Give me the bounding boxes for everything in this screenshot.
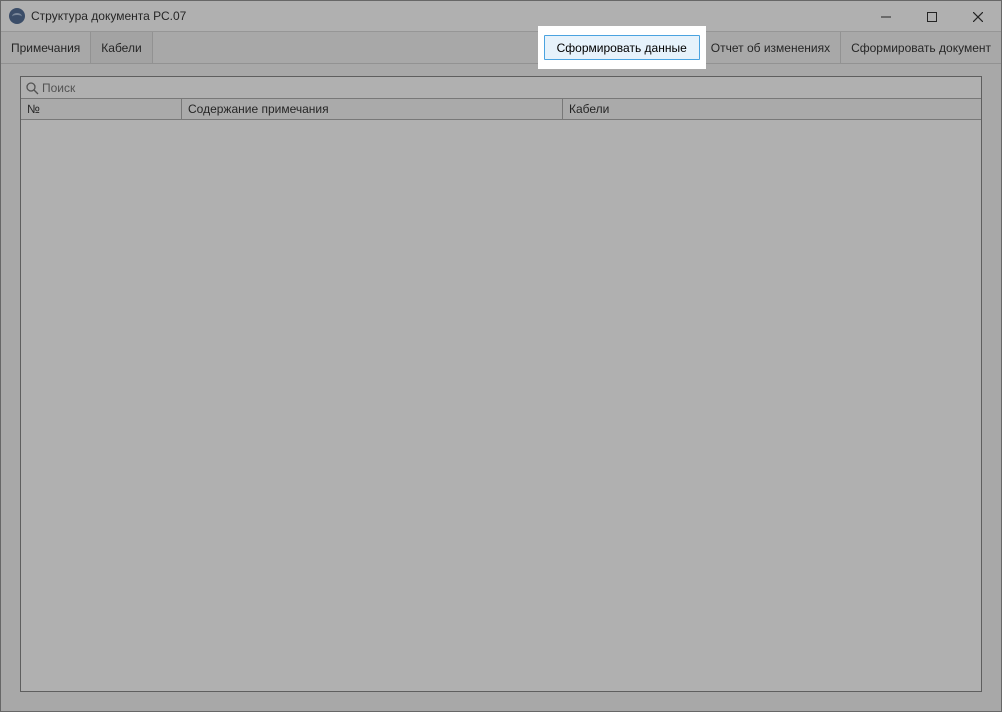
table-body bbox=[21, 120, 981, 691]
minimize-button[interactable] bbox=[863, 1, 909, 32]
column-header-number[interactable]: № bbox=[21, 99, 182, 119]
maximize-button[interactable] bbox=[909, 1, 955, 32]
maximize-icon bbox=[927, 12, 937, 22]
form-data-highlight: Сформировать данные bbox=[544, 32, 700, 63]
change-report-button[interactable]: Отчет об изменениях bbox=[700, 32, 840, 63]
table-header: № Содержание примечания Кабели bbox=[21, 99, 981, 120]
close-button[interactable] bbox=[955, 1, 1001, 32]
toolbar: Примечания Кабели Сформировать данные От… bbox=[1, 32, 1001, 64]
window-controls bbox=[863, 1, 1001, 31]
content-area: № Содержание примечания Кабели bbox=[20, 76, 982, 692]
titlebar: Структура документа РС.07 bbox=[1, 1, 1001, 32]
minimize-icon bbox=[881, 12, 891, 22]
column-header-cables[interactable]: Кабели bbox=[563, 99, 981, 119]
search-icon bbox=[25, 81, 39, 95]
form-data-button[interactable]: Сформировать данные bbox=[544, 35, 700, 60]
tab-cables[interactable]: Кабели bbox=[91, 32, 152, 63]
close-icon bbox=[973, 12, 983, 22]
tabs: Примечания Кабели bbox=[1, 32, 153, 63]
window-title: Структура документа РС.07 bbox=[31, 9, 863, 23]
column-header-content[interactable]: Содержание примечания bbox=[182, 99, 563, 119]
app-window: Структура документа РС.07 Примечания Каб… bbox=[0, 0, 1002, 712]
search-row bbox=[21, 77, 981, 99]
tab-notes[interactable]: Примечания bbox=[1, 32, 91, 63]
form-document-button[interactable]: Сформировать документ bbox=[840, 32, 1001, 63]
toolbar-spacer bbox=[153, 32, 544, 63]
search-input[interactable] bbox=[42, 81, 977, 95]
app-icon bbox=[9, 8, 25, 24]
